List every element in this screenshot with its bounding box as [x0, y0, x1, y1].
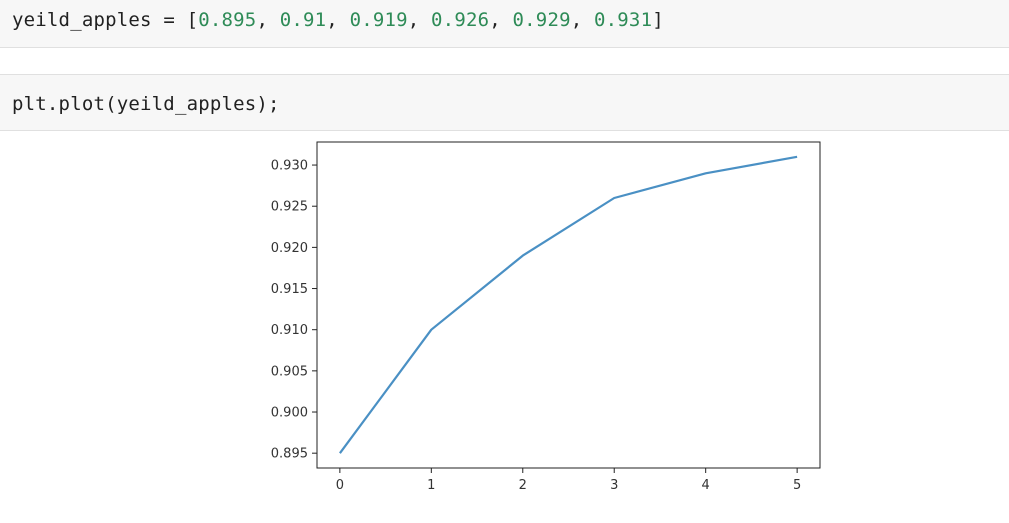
list-separator: ,: [256, 9, 280, 31]
close-bracket: ]: [652, 9, 664, 31]
x-tick-label: 4: [702, 478, 710, 493]
x-tick-label: 3: [610, 478, 618, 493]
y-tick-label: 0.915: [271, 282, 308, 297]
code-cell-plot[interactable]: plt.plot(yeild_apples);: [0, 74, 1009, 131]
chart-svg: 0.895 0.900 0.905 0.910 0.915 0.920 0.925 0.930…: [271, 141, 821, 493]
variable-name: yeild_apples: [12, 9, 152, 31]
list-value: 0.926: [431, 9, 490, 31]
x-tick-label: 5: [793, 478, 801, 493]
y-tick-label: 0.900: [271, 406, 308, 421]
plot-frame: [316, 141, 821, 469]
y-tick-label: 0.910: [271, 323, 308, 338]
code-line-plot: plt.plot(yeild_apples);: [12, 93, 280, 115]
list-separator: ,: [570, 9, 595, 31]
y-tick-label: 0.920: [271, 241, 308, 256]
code-line-assignment: yeild_apples = [0.895, 0.91, 0.919, 0.92…: [12, 9, 664, 31]
list-value: 0.91: [279, 9, 327, 31]
x-tick-label: 0: [336, 478, 344, 493]
list-separator: ,: [407, 9, 432, 31]
open-bracket: [: [186, 9, 199, 31]
y-tick-label: 0.925: [271, 200, 308, 215]
line-chart-output: 0.895 0.900 0.905 0.910 0.915 0.920 0.925 0.930…: [250, 134, 830, 504]
y-tick-label: 0.930: [271, 159, 308, 174]
assignment-operator: =: [163, 9, 175, 31]
code-cell-assignment[interactable]: yeild_apples = [0.895, 0.91, 0.919, 0.92…: [0, 0, 1009, 48]
x-tick-label: 1: [427, 478, 435, 493]
list-separator: ,: [326, 9, 350, 31]
list-value: 0.895: [198, 9, 257, 31]
list-value: 0.919: [349, 9, 408, 31]
list-value: 0.929: [512, 9, 571, 31]
list-value: 0.931: [594, 9, 653, 31]
x-tick-label: 2: [519, 478, 527, 493]
series-line: [339, 155, 798, 454]
y-tick-label: 0.895: [271, 447, 308, 462]
list-separator: ,: [489, 9, 513, 31]
y-tick-label: 0.905: [271, 364, 308, 379]
